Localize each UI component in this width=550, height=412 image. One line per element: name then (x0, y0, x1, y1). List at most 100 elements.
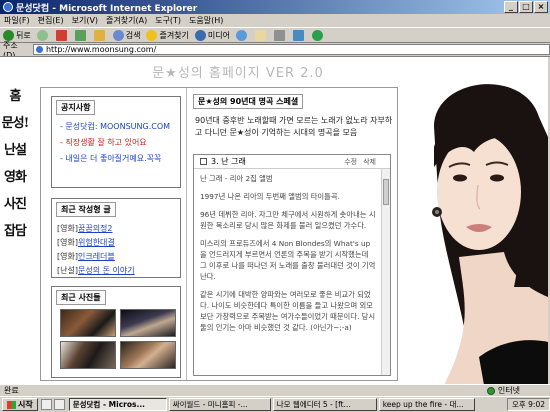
recent-link[interactable]: 인크레더블 (78, 252, 115, 261)
notice-item[interactable]: - 문성닷컴: MOONSUNG.COM (60, 121, 180, 132)
home-icon (93, 29, 105, 41)
photo-thumbnail[interactable] (60, 309, 116, 337)
portrait-image (404, 57, 548, 384)
post-header: 3. 난 그래 수정 삭제 (194, 155, 390, 169)
toolbar: 뒤로 검색 즐겨찾기 미디어 (0, 27, 550, 43)
media-icon (194, 29, 206, 41)
main-panel: 문★성의 90년대 명곡 스페셜 90년대 중후반 노래할때 가면 모르는 노래… (191, 94, 393, 378)
stop-button[interactable] (55, 29, 69, 41)
tray-clock[interactable]: 오후 9:02 (512, 399, 545, 410)
menu-file[interactable]: 파일(F) (4, 15, 30, 26)
favorites-button[interactable]: 즐겨찾기 (146, 29, 189, 41)
start-label: 시작 (18, 400, 33, 409)
status-bar: 완료 인터넷 (0, 384, 550, 396)
photo-thumbnail[interactable] (120, 309, 176, 337)
media-label: 미디어 (207, 30, 231, 40)
window-title: 문성닷컴 - Microsoft Internet Explorer (16, 3, 198, 14)
globe-icon (486, 386, 495, 395)
stop-icon (55, 29, 67, 41)
edit-icon (293, 29, 305, 41)
window-titlebar: 문성닷컴 - Microsoft Internet Explorer _ □ × (0, 0, 550, 14)
close-button[interactable]: × (534, 1, 548, 13)
messenger-button[interactable] (312, 29, 325, 41)
post-body: 난 그래 - 리아 2집 앨범 1997년 나온 리아의 두번째 앨범의 타이틀… (194, 169, 382, 375)
home-button[interactable] (93, 29, 107, 41)
delete-link[interactable]: 삭제 (363, 157, 376, 167)
nav-nanseol[interactable]: 난설 (0, 139, 30, 158)
taskbar: 시작 문성닷컴 - Micros... 싸이월드 - 미니홈피 -... 나모 … (0, 396, 550, 412)
search-button[interactable]: 검색 (112, 29, 140, 41)
edit-button[interactable] (293, 29, 306, 41)
nav-home[interactable]: 홈 (0, 85, 30, 104)
print-button[interactable] (274, 29, 287, 41)
taskbar-task[interactable]: 나모 웹에디터 5 - [ft... (272, 398, 377, 411)
taskbar-task[interactable]: 문성닷컴 - Micros... (68, 398, 167, 411)
nav-photo[interactable]: 사진 (0, 193, 30, 212)
post-paragraph: 미스리의 프로듀즈에서 4 Non Blondes의 What's up을 언드… (200, 239, 376, 281)
nav-chat[interactable]: 잡담 (0, 220, 30, 239)
menu-view[interactable]: 보기(V) (72, 15, 98, 26)
quicklaunch-desktop-icon[interactable] (53, 399, 65, 410)
security-zone: 인터넷 (486, 385, 520, 396)
recent-tag: [영화] (57, 252, 78, 261)
media-button[interactable]: 미디어 (194, 29, 231, 41)
start-button[interactable]: 시작 (2, 398, 38, 411)
history-icon (236, 29, 248, 41)
zone-label: 인터넷 (497, 386, 520, 395)
post-paragraph: 96년 데뷔한 리아. 자그만 체구에서 시원하게 솟아내는 시원한 목소리로 … (200, 210, 376, 230)
photos-heading: 최근 사진들 (56, 290, 106, 305)
history-button[interactable] (236, 29, 249, 41)
menu-favorites[interactable]: 즐겨찾기(A) (106, 15, 147, 26)
address-bar: 주소(D) http://www.moonsung.com/ (0, 41, 550, 60)
recent-item: [영화]위험한대결 (57, 237, 180, 248)
address-input[interactable]: http://www.moonsung.com/ (32, 44, 550, 55)
taskbar-task[interactable]: keep up the fire - 대... (378, 398, 475, 411)
status-text: 완료 (4, 386, 19, 395)
mail-button[interactable] (255, 29, 268, 41)
portrait-illustration (404, 57, 548, 384)
notice-box: 공지사항 - 문성닷컴: MOONSUNG.COM - 직장생활 잘 하고 있어… (51, 96, 181, 188)
taskbar-task[interactable]: 싸이월드 - 미니홈피 -... (168, 398, 271, 411)
post-paragraph: 1997년 나온 리아의 두번째 앨범의 타이틀곡. (200, 192, 340, 201)
main-heading: 문★성의 90년대 명곡 스페셜 (193, 94, 304, 109)
post-scroll-thumb[interactable] (383, 179, 389, 205)
menu-help[interactable]: 도움말(H) (189, 15, 223, 26)
recent-link[interactable]: 꿈꿈의정2 (78, 224, 113, 233)
forward-arrow-icon (36, 29, 48, 41)
recent-item: [난설]문성의 돈 이야기 (57, 265, 180, 276)
edit-link[interactable]: 수정 (344, 157, 357, 167)
refresh-icon (74, 29, 86, 41)
ie-logo-icon (3, 2, 13, 12)
forward-button[interactable] (36, 29, 50, 41)
post-paragraph: 같은 시기에 대박한 양파와는 여러모로 좋은 비교가 되었다. 나이도 비슷한… (200, 290, 376, 332)
recent-tag: [난설] (57, 266, 78, 275)
nav-movie[interactable]: 영화 (0, 166, 30, 185)
recent-tag: [영화] (57, 238, 78, 247)
recent-link[interactable]: 문성의 돈 이야기 (78, 266, 135, 275)
notice-item[interactable]: - 직장생활 잘 하고 있어요 (60, 137, 180, 148)
nav-moonsung[interactable]: 문성! (0, 112, 30, 131)
recent-tag: [영화] (57, 224, 78, 233)
quicklaunch-ie-icon[interactable] (40, 399, 52, 410)
post-paragraph: 난 그래 - 리아 2집 앨범 (200, 174, 273, 183)
menu-tools[interactable]: 도구(T) (155, 15, 181, 26)
search-icon (112, 29, 124, 41)
menu-bar: 파일(F) 편집(E) 보기(V) 즐겨찾기(A) 도구(T) 도움말(H) (0, 14, 550, 27)
menu-edit[interactable]: 편집(E) (38, 15, 64, 26)
site-nav: 홈 문성! 난설 영화 사진 잡담 (0, 85, 30, 247)
post-title[interactable]: 3. 난 그래 (211, 156, 246, 167)
mail-icon (255, 29, 267, 41)
page-viewport: 문★성의 홈페이지 VER 2.0 홈 문성! 난설 영화 사진 잡담 공지사항… (0, 56, 550, 384)
photo-thumbnail[interactable] (120, 341, 176, 369)
favorites-label: 즐겨찾기 (159, 30, 189, 40)
frame-divider (186, 88, 187, 380)
photo-thumbnail[interactable] (60, 341, 116, 369)
messenger-icon (312, 29, 324, 41)
minimize-button[interactable]: _ (504, 1, 518, 13)
recent-link[interactable]: 위험한대결 (78, 238, 115, 247)
maximize-button[interactable]: □ (519, 1, 533, 13)
post-checkbox[interactable] (200, 158, 207, 165)
post-scrollbar[interactable] (381, 169, 390, 375)
refresh-button[interactable] (74, 29, 88, 41)
notice-item[interactable]: - 내일은 더 좋아질거예요.꼭꼭 (60, 153, 180, 164)
